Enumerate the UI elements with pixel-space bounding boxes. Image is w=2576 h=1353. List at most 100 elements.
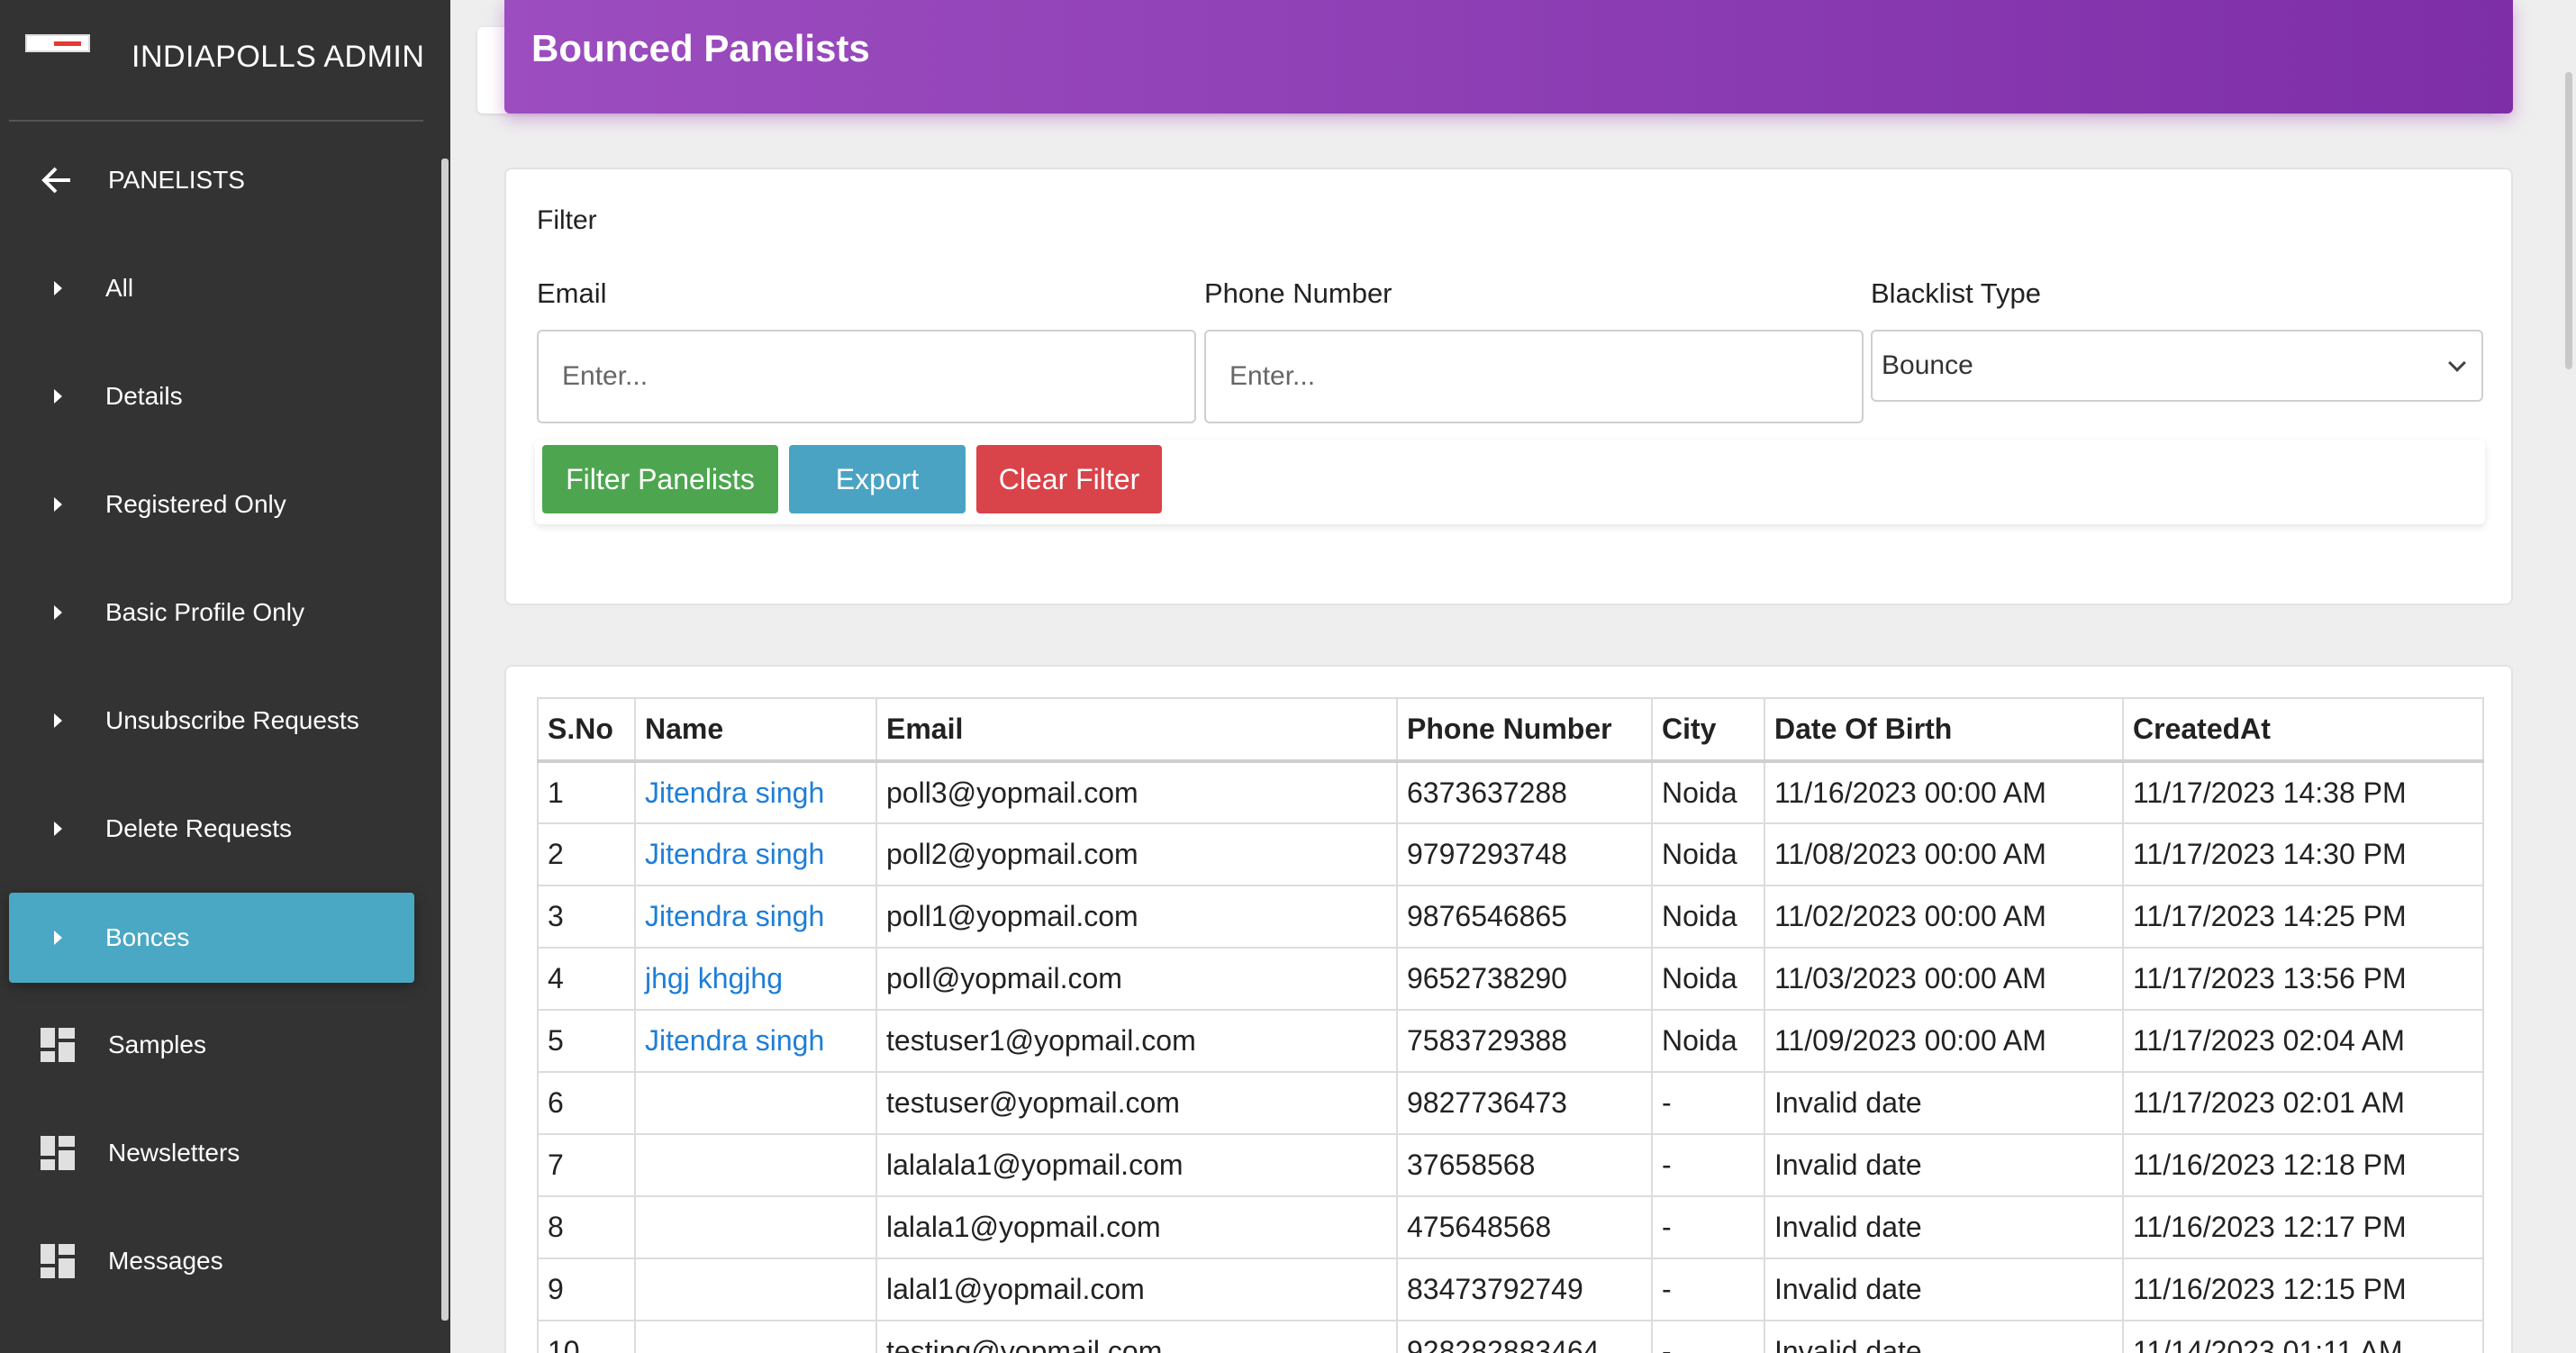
sidebar-item-details[interactable]: Details: [9, 351, 414, 441]
cell-created-at: 11/14/2023 01:11 AM: [2122, 1320, 2484, 1353]
filter-panelists-button[interactable]: Filter Panelists: [542, 445, 778, 513]
cell-name-link[interactable]: [634, 1258, 877, 1321]
sidebar-back-panelists[interactable]: PANELISTS: [9, 135, 414, 225]
cell-phone: 9876546865: [1396, 885, 1653, 949]
caret-right-icon: [54, 497, 62, 512]
brand-title: INDIAPOLLS ADMIN: [132, 40, 425, 74]
cell-name-link[interactable]: Jitendra singh: [634, 885, 877, 949]
sidebar-item-delete-requests[interactable]: Delete Requests: [9, 784, 414, 874]
header-email[interactable]: Email: [875, 697, 1398, 763]
cell-phone: 9797293748: [1396, 822, 1653, 886]
header-created-at[interactable]: CreatedAt: [2122, 697, 2484, 763]
sidebar-back-label: PANELISTS: [108, 166, 245, 194]
table-row: 8 lalala1@yopmail.com 475648568 - Invali…: [537, 1195, 2484, 1259]
sidebar-item-label: Registered Only: [105, 490, 286, 518]
export-button[interactable]: Export: [789, 445, 966, 513]
table-row: 6 testuser@yopmail.com 9827736473 - Inva…: [537, 1071, 2484, 1135]
sidebar-item-label: Delete Requests: [105, 814, 293, 842]
header-phone-number[interactable]: Phone Number: [1396, 697, 1653, 763]
sidebar-item-unsubscribe-requests[interactable]: Unsubscribe Requests: [9, 676, 414, 766]
sidebar: INDIAPOLLS ADMIN PANELISTS All Details R…: [0, 0, 450, 1353]
brand-divider: [9, 120, 423, 122]
table-row: 4 jhgj khgjhg poll@yopmail.com 965273829…: [537, 947, 2484, 1011]
cell-name-link[interactable]: Jitendra singh: [634, 822, 877, 886]
blacklist-type-select[interactable]: Bounce: [1871, 330, 2483, 402]
table-row: 2 Jitendra singh poll2@yopmail.com 97972…: [537, 822, 2484, 886]
cell-city: -: [1651, 1195, 1765, 1259]
bounced-panelists-table: S.No Name Email Phone Number City Date O…: [537, 697, 2484, 1353]
cell-created-at: 11/17/2023 02:01 AM: [2122, 1071, 2484, 1135]
cell-created-at: 11/16/2023 12:17 PM: [2122, 1195, 2484, 1259]
email-input[interactable]: [537, 330, 1196, 423]
cell-name-link[interactable]: jhgj khgjhg: [634, 947, 877, 1011]
sidebar-scrollbar[interactable]: [441, 159, 449, 1321]
cell-city: Noida: [1651, 822, 1765, 886]
cell-dob: Invalid date: [1764, 1071, 2124, 1135]
caret-right-icon: [54, 822, 62, 836]
cell-email: poll3@yopmail.com: [875, 760, 1398, 824]
main-content: Bounced Panelists Filter Email Phone Num…: [450, 0, 2558, 1353]
panelists-table-card: S.No Name Email Phone Number City Date O…: [504, 665, 2513, 1353]
cell-name-link[interactable]: [634, 1071, 877, 1135]
cell-name-link[interactable]: [634, 1133, 877, 1197]
cell-phone: 928282883464: [1396, 1320, 1653, 1353]
chevron-down-icon: [2448, 354, 2466, 372]
cell-phone: 9652738290: [1396, 947, 1653, 1011]
sidebar-item-basic-profile-only[interactable]: Basic Profile Only: [9, 568, 414, 658]
cell-phone: 37658568: [1396, 1133, 1653, 1197]
page-title: Bounced Panelists: [531, 27, 870, 69]
cell-dob: 11/16/2023 00:00 AM: [1764, 760, 2124, 824]
cell-created-at: 11/17/2023 02:04 AM: [2122, 1009, 2484, 1073]
cell-city: Noida: [1651, 1009, 1765, 1073]
dashboard-icon: [41, 1244, 75, 1278]
sidebar-item-samples[interactable]: Samples: [9, 1000, 414, 1090]
cell-created-at: 11/17/2023 14:25 PM: [2122, 885, 2484, 949]
sidebar-item-label: Details: [105, 382, 183, 410]
header-name[interactable]: Name: [634, 697, 877, 763]
caret-right-icon: [54, 605, 62, 620]
cell-created-at: 11/17/2023 14:30 PM: [2122, 822, 2484, 886]
sidebar-item-label: Unsubscribe Requests: [105, 706, 359, 734]
sidebar-item-label: Samples: [108, 1031, 206, 1058]
cell-name-link[interactable]: [634, 1320, 877, 1353]
cell-dob: 11/03/2023 00:00 AM: [1764, 947, 2124, 1011]
sidebar-item-registered-only[interactable]: Registered Only: [9, 459, 414, 549]
sidebar-item-bonces[interactable]: Bonces: [9, 893, 414, 983]
cell-email: lalalala1@yopmail.com: [875, 1133, 1398, 1197]
cell-phone: 7583729388: [1396, 1009, 1653, 1073]
cell-name-link[interactable]: [634, 1195, 877, 1259]
cell-city: Noida: [1651, 947, 1765, 1011]
cell-city: Noida: [1651, 885, 1765, 949]
dashboard-icon: [41, 1136, 75, 1170]
email-label: Email: [537, 277, 607, 309]
cell-sno: 4: [537, 947, 636, 1011]
filter-card: Filter Email Phone Number Blacklist Type…: [504, 168, 2513, 605]
cell-city: -: [1651, 1071, 1765, 1135]
brand: INDIAPOLLS ADMIN: [0, 0, 450, 122]
header-city[interactable]: City: [1651, 697, 1765, 763]
sidebar-item-messages[interactable]: Messages: [9, 1216, 414, 1306]
table-header-row: S.No Name Email Phone Number City Date O…: [537, 697, 2484, 763]
cell-sno: 2: [537, 822, 636, 886]
page-scrollbar[interactable]: [2565, 72, 2572, 369]
clear-filter-button[interactable]: Clear Filter: [976, 445, 1162, 513]
sidebar-item-all[interactable]: All: [9, 243, 414, 333]
cell-name-link[interactable]: Jitendra singh: [634, 760, 877, 824]
cell-created-at: 11/16/2023 12:18 PM: [2122, 1133, 2484, 1197]
cell-phone: 475648568: [1396, 1195, 1653, 1259]
dashboard-icon: [41, 1028, 75, 1062]
header-sno[interactable]: S.No: [537, 697, 636, 763]
indiapolls-logo[interactable]: [25, 34, 90, 52]
header-date-of-birth[interactable]: Date Of Birth: [1764, 697, 2124, 763]
cell-city: -: [1651, 1133, 1765, 1197]
cell-name-link[interactable]: Jitendra singh: [634, 1009, 877, 1073]
cell-created-at: 11/17/2023 13:56 PM: [2122, 947, 2484, 1011]
cell-email: lalala1@yopmail.com: [875, 1195, 1398, 1259]
arrow-left-icon: [40, 163, 74, 197]
table-row: 10 testing@yopmail.com 928282883464 - In…: [537, 1320, 2484, 1353]
sidebar-item-newsletters[interactable]: Newsletters: [9, 1108, 414, 1198]
phone-input[interactable]: [1204, 330, 1864, 423]
cell-created-at: 11/17/2023 14:38 PM: [2122, 760, 2484, 824]
cell-email: lalal1@yopmail.com: [875, 1258, 1398, 1321]
cell-dob: Invalid date: [1764, 1195, 2124, 1259]
